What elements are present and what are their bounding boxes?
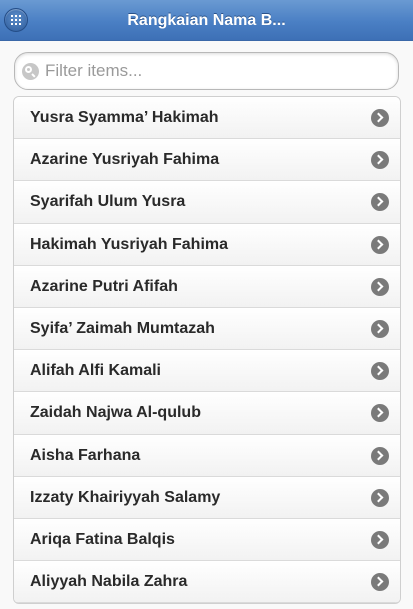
list-item[interactable]: Syarifah Ulum Yusra [14, 181, 400, 224]
list-item[interactable]: Hakimah Yusriyah Fahima [14, 223, 400, 266]
search-container [0, 41, 413, 91]
list-item-label: Hakimah Yusriyah Fahima [30, 235, 229, 253]
chevron-right-icon [371, 151, 389, 170]
chevron-right-icon [371, 488, 389, 507]
search-icon [22, 63, 39, 80]
chevron-right-icon [371, 530, 389, 549]
list-item-label: Azarine Putri Afifah [30, 277, 178, 295]
list-item-label: Aisha Farhana [30, 446, 141, 464]
list-item[interactable]: Syifa’ Zaimah Mumtazah [14, 307, 400, 351]
chevron-right-icon [371, 109, 389, 127]
list-item[interactable]: Zaidah Najwa Al-qulub [14, 392, 400, 435]
list-item[interactable]: Ariqa Fatina Balqis [14, 518, 400, 562]
names-list: Yusra Syamma’ Hakimah Azarine Yusriyah F… [13, 96, 401, 605]
list-item-label: Zaidah Najwa Al-qulub [30, 404, 201, 422]
chevron-right-icon [371, 235, 389, 254]
list-item[interactable]: Azarine Yusriyah Fahima [14, 139, 400, 182]
list-item-label: Azarine Yusriyah Fahima [30, 151, 220, 169]
list-item-label: Aliyyah Nabila Zahra [30, 573, 188, 591]
chevron-right-icon [371, 319, 389, 338]
chevron-right-icon [371, 573, 389, 592]
header-bar: Rangkaian Nama B... [0, 0, 413, 41]
search-box[interactable] [14, 52, 399, 90]
list-item-label: Syarifah Ulum Yusra [30, 193, 186, 211]
page-title: Rangkaian Nama B... [127, 12, 286, 29]
list-item[interactable]: Yusra Syamma’ Hakimah [14, 97, 400, 140]
chevron-right-icon [371, 277, 389, 296]
list-item-label: Yusra Syamma’ Hakimah [30, 109, 219, 126]
list-item[interactable]: Azarine Putri Afifah [14, 265, 400, 308]
list-item-label: Ariqa Fatina Balqis [30, 530, 175, 548]
filter-input[interactable] [45, 53, 385, 89]
list-item-label: Syifa’ Zaimah Mumtazah [30, 319, 215, 337]
list-item-label: Izzaty Khairiyyah Salamy [30, 488, 221, 506]
chevron-right-icon [371, 446, 389, 465]
list-item[interactable]: Alifah Alfi Kamali [14, 350, 400, 393]
chevron-right-icon [371, 362, 389, 381]
list-item[interactable]: Izzaty Khairiyyah Salamy [14, 476, 400, 519]
chevron-right-icon [371, 193, 389, 212]
list-item[interactable]: Aisha Farhana [14, 434, 400, 477]
chevron-right-icon [371, 404, 389, 423]
list-item[interactable]: Aliyyah Nabila Zahra [14, 561, 400, 604]
list-item-label: Alifah Alfi Kamali [30, 362, 161, 380]
